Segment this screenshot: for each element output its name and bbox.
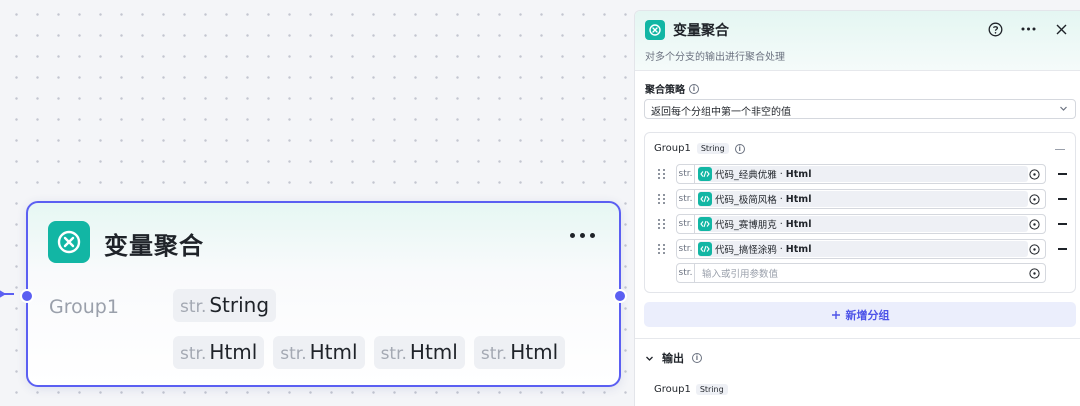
- variable-reference: 代码_赛博朋克 · Html: [698, 216, 1028, 232]
- output-group-type-badge: String: [695, 384, 728, 395]
- info-icon[interactable]: i: [692, 353, 702, 363]
- panel-title: 变量聚合: [673, 23, 729, 39]
- variable-input[interactable]: str. 代码_搞怪涂鸦 · Html: [676, 239, 1046, 259]
- strategy-label: 聚合策略 i: [645, 81, 699, 96]
- variable-picker-icon[interactable]: [1029, 244, 1040, 255]
- variable-input[interactable]: str. 代码_赛博朋克 · Html: [676, 214, 1046, 234]
- variable-placeholder: 输入或引用参数值: [702, 269, 779, 280]
- incoming-edge-arrow-icon: [0, 290, 14, 298]
- add-group-button[interactable]: 新增分组: [644, 302, 1076, 327]
- chevron-down-icon: [1060, 106, 1067, 111]
- output-group-row: Group1 String: [654, 384, 728, 395]
- output-section-toggle[interactable]: 输出 i: [645, 350, 702, 366]
- code-icon: [698, 167, 712, 181]
- drag-handle-icon[interactable]: [658, 244, 666, 254]
- more-icon[interactable]: [1019, 20, 1037, 38]
- group-collapse-icon[interactable]: [1055, 149, 1065, 150]
- node-variable-tags: str. Html str. Html str. Html str. Html: [173, 336, 566, 369]
- remove-icon[interactable]: [1058, 198, 1067, 200]
- group-name: Group1: [654, 143, 691, 154]
- variable-merge-icon: [48, 221, 90, 263]
- variable-picker-icon[interactable]: [1029, 268, 1040, 279]
- drag-handle-icon[interactable]: [658, 169, 666, 179]
- variable-input[interactable]: str. 代码_极简风格 · Html: [676, 189, 1046, 209]
- node-group-label: Group1: [49, 296, 119, 318]
- variable-row: str. 代码_极简风格 · Html: [658, 189, 1070, 209]
- panel-header: 变量聚合 对多个分支的输出进行聚合处理: [635, 11, 1080, 71]
- group-type-badge: String: [696, 143, 729, 154]
- output-port[interactable]: [613, 289, 627, 303]
- variable-input[interactable]: str. 代码_经典优雅 · Html: [676, 164, 1046, 184]
- help-icon[interactable]: [986, 20, 1004, 38]
- remove-icon[interactable]: [1058, 223, 1067, 225]
- variable-merge-node[interactable]: 变量聚合 Group1 str. String str. Html str. Html…: [20, 201, 627, 387]
- output-label: 输出: [662, 352, 684, 365]
- strategy-select[interactable]: 返回每个分组中第一个非空的值: [644, 99, 1076, 119]
- node-group-type-tag: str. String: [173, 289, 277, 322]
- output-group-name: Group1: [654, 384, 691, 395]
- chevron-down-icon: [646, 356, 653, 361]
- close-icon[interactable]: [1052, 20, 1070, 38]
- panel-description: 对多个分支的输出进行聚合处理: [645, 52, 785, 63]
- variable-tag: str. Html: [373, 336, 465, 369]
- section-divider: [635, 338, 1080, 339]
- remove-icon[interactable]: [1058, 248, 1067, 250]
- variable-row: str. 代码_搞怪涂鸦 · Html: [658, 239, 1070, 259]
- variable-input-empty[interactable]: str. 输入或引用参数值: [676, 263, 1046, 283]
- node-settings-panel: 变量聚合 对多个分支的输出进行聚合处理 聚合策略 i 返回每个分组中第一个非空的…: [634, 10, 1080, 406]
- variable-picker-icon[interactable]: [1029, 194, 1040, 205]
- code-icon: [698, 192, 712, 206]
- variable-tag: str. Html: [473, 336, 566, 369]
- input-port[interactable]: [20, 289, 34, 303]
- variable-tag: str. Html: [273, 336, 365, 369]
- drag-handle-icon[interactable]: [658, 194, 666, 204]
- code-icon: [698, 242, 712, 256]
- more-icon[interactable]: [568, 229, 597, 242]
- variable-picker-icon[interactable]: [1029, 219, 1040, 230]
- code-icon: [698, 217, 712, 231]
- variable-reference: 代码_经典优雅 · Html: [698, 166, 1028, 182]
- variable-merge-icon: [645, 20, 665, 40]
- variable-row: str. 代码_经典优雅 · Html: [658, 164, 1070, 184]
- info-icon[interactable]: i: [689, 83, 699, 94]
- variable-picker-icon[interactable]: [1029, 169, 1040, 180]
- info-icon[interactable]: i: [734, 143, 745, 154]
- variable-reference: 代码_搞怪涂鸦 · Html: [698, 241, 1028, 257]
- variable-reference: 代码_极简风格 · Html: [698, 191, 1028, 207]
- node-title: 变量聚合: [104, 232, 204, 260]
- group-card: Group1 String i str. 代码_经典优雅 · Html str.: [644, 132, 1076, 293]
- empty-variable-row: str. 输入或引用参数值: [676, 263, 1080, 283]
- variable-row: str. 代码_赛博朋克 · Html: [658, 214, 1070, 234]
- variable-tag: str. Html: [173, 336, 265, 369]
- remove-icon[interactable]: [1058, 173, 1067, 175]
- plus-icon: [831, 310, 840, 319]
- drag-handle-icon[interactable]: [658, 219, 666, 229]
